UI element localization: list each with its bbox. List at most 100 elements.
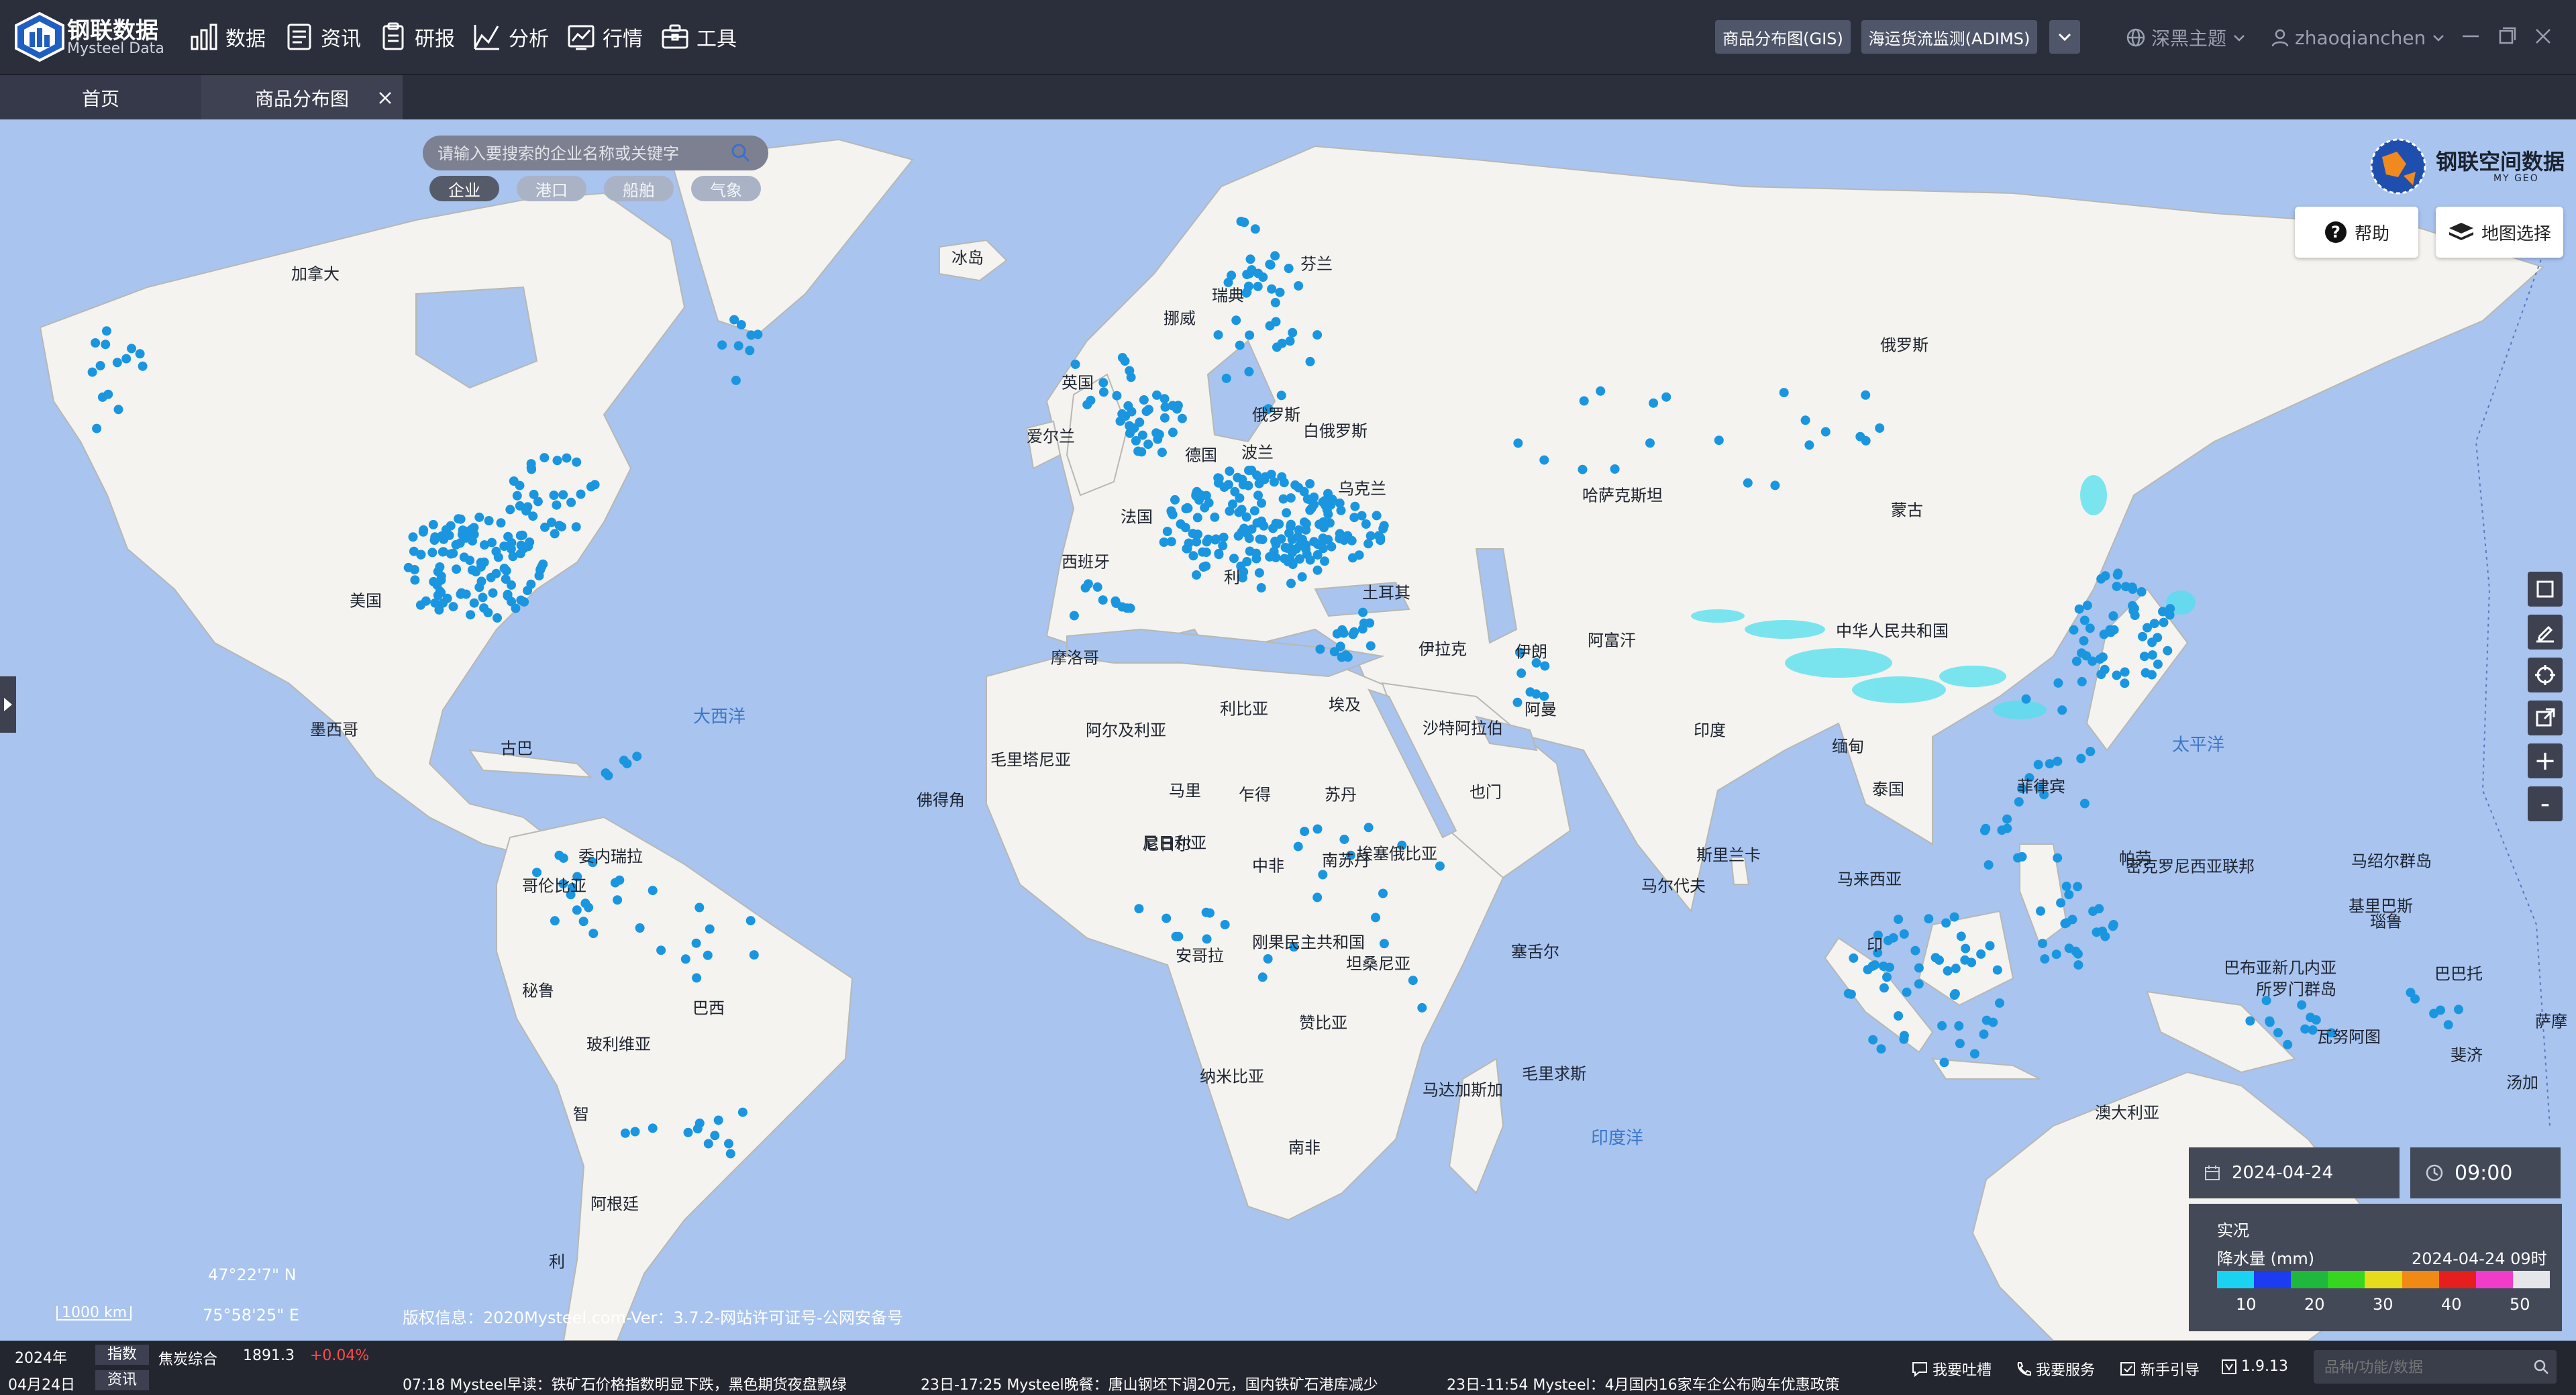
enterprise-marker[interactable] <box>2056 898 2066 908</box>
enterprise-marker[interactable] <box>1743 478 1753 488</box>
enterprise-marker[interactable] <box>1955 1039 1965 1049</box>
enterprise-marker[interactable] <box>1579 396 1589 406</box>
enterprise-marker[interactable] <box>1125 603 1135 613</box>
enterprise-marker[interactable] <box>1378 888 1388 898</box>
enterprise-marker[interactable] <box>540 522 550 532</box>
enterprise-marker[interactable] <box>1951 964 1961 974</box>
enterprise-marker[interactable] <box>588 929 599 939</box>
enterprise-marker[interactable] <box>2061 881 2071 891</box>
tab-commodity-map[interactable]: 商品分布图 <box>201 75 403 121</box>
enterprise-marker[interactable] <box>1213 330 1223 340</box>
enterprise-marker[interactable] <box>648 886 658 896</box>
enterprise-marker[interactable] <box>1350 501 1360 511</box>
enterprise-marker[interactable] <box>1939 1057 1949 1068</box>
enterprise-marker[interactable] <box>572 905 582 915</box>
enterprise-marker[interactable] <box>474 582 484 592</box>
enterprise-marker[interactable] <box>1320 556 1329 566</box>
enterprise-marker[interactable] <box>1894 1011 1904 1021</box>
theme-selector[interactable]: 深黑主题 <box>2126 23 2247 52</box>
enterprise-marker[interactable] <box>418 527 428 537</box>
enterprise-marker[interactable] <box>1098 595 1108 605</box>
enterprise-marker[interactable] <box>2112 670 2122 680</box>
enterprise-marker[interactable] <box>1225 466 1235 476</box>
enterprise-marker[interactable] <box>2021 694 2031 704</box>
enterprise-marker[interactable] <box>2077 676 2087 686</box>
enterprise-marker[interactable] <box>97 392 107 402</box>
enterprise-marker[interactable] <box>2297 1000 2307 1010</box>
enterprise-marker[interactable] <box>467 531 476 541</box>
enterprise-marker[interactable] <box>1956 931 1966 941</box>
enterprise-marker[interactable] <box>1332 629 1342 639</box>
enterprise-marker[interactable] <box>1376 535 1386 546</box>
news-tag[interactable]: 资讯 <box>95 1370 149 1390</box>
enterprise-marker[interactable] <box>2149 619 2159 629</box>
enterprise-marker[interactable] <box>1271 552 1281 562</box>
news-item[interactable]: 23日-17:25 Mysteel晚餐：唐山钢坯下调20元，国内铁矿石港库减少 <box>921 1373 1378 1394</box>
enterprise-marker[interactable] <box>432 580 442 590</box>
enterprise-marker[interactable] <box>1235 493 1245 503</box>
nav-data[interactable]: 数据 <box>189 21 266 52</box>
enterprise-marker[interactable] <box>1882 972 1892 982</box>
enterprise-marker[interactable] <box>1250 224 1260 234</box>
enterprise-marker[interactable] <box>2040 954 2050 964</box>
enterprise-marker[interactable] <box>2127 582 2137 592</box>
enterprise-marker[interactable] <box>1254 478 1264 488</box>
enterprise-marker[interactable] <box>692 1124 703 1134</box>
enterprise-marker[interactable] <box>1305 479 1315 488</box>
enterprise-marker[interactable] <box>121 354 132 364</box>
enterprise-marker[interactable] <box>2130 611 2140 621</box>
enterprise-marker[interactable] <box>1242 528 1252 538</box>
enterprise-marker[interactable] <box>603 770 613 780</box>
enterprise-marker[interactable] <box>1256 583 1266 592</box>
enterprise-marker[interactable] <box>1981 1015 1992 1025</box>
enterprise-marker[interactable] <box>408 532 418 542</box>
enterprise-marker[interactable] <box>2429 1009 2439 1019</box>
enterprise-marker[interactable] <box>1849 953 1859 963</box>
enterprise-marker[interactable] <box>1323 535 1333 545</box>
enterprise-marker[interactable] <box>2076 754 2086 764</box>
enterprise-marker[interactable] <box>2064 943 2074 953</box>
enterprise-marker[interactable] <box>451 539 461 550</box>
enterprise-marker[interactable] <box>519 597 529 607</box>
enterprise-marker[interactable] <box>1271 519 1281 528</box>
enterprise-marker[interactable] <box>725 1149 735 1159</box>
enterprise-marker[interactable] <box>1143 405 1153 415</box>
enterprise-marker[interactable] <box>448 602 458 612</box>
enterprise-marker[interactable] <box>1992 965 2002 975</box>
enterprise-marker[interactable] <box>2138 631 2147 641</box>
nav-report[interactable]: 研报 <box>378 21 455 52</box>
enterprise-marker[interactable] <box>745 916 756 926</box>
enterprise-marker[interactable] <box>1135 417 1145 427</box>
enterprise-marker[interactable] <box>1949 912 1959 922</box>
enterprise-marker[interactable] <box>1293 841 1303 851</box>
enterprise-marker[interactable] <box>1244 366 1254 376</box>
enterprise-marker[interactable] <box>1361 519 1371 529</box>
guide-button[interactable]: 新手引导 <box>2119 1358 2200 1380</box>
enterprise-marker[interactable] <box>2120 667 2130 677</box>
enterprise-marker[interactable] <box>1092 582 1102 592</box>
enterprise-marker[interactable] <box>526 462 536 472</box>
enterprise-marker[interactable] <box>1309 537 1319 547</box>
enterprise-marker[interactable] <box>1287 548 1297 558</box>
enterprise-marker[interactable] <box>1203 534 1213 544</box>
side-panel-toggle[interactable] <box>0 676 16 733</box>
enterprise-marker[interactable] <box>466 610 476 620</box>
enterprise-marker[interactable] <box>620 1128 630 1138</box>
search-bar[interactable] <box>423 136 768 170</box>
enterprise-marker[interactable] <box>1995 998 2004 1008</box>
enterprise-marker[interactable] <box>487 537 497 548</box>
enterprise-marker[interactable] <box>1941 918 1951 928</box>
enterprise-marker[interactable] <box>409 565 419 574</box>
enterprise-marker[interactable] <box>1126 372 1136 382</box>
enterprise-marker[interactable] <box>515 531 525 541</box>
enterprise-marker[interactable] <box>1779 388 1789 398</box>
enterprise-marker[interactable] <box>710 1131 720 1141</box>
feedback-button[interactable]: 我要吐槽 <box>1911 1358 1992 1380</box>
enterprise-marker[interactable] <box>1159 537 1169 547</box>
enterprise-marker[interactable] <box>683 1127 693 1137</box>
enterprise-marker[interactable] <box>474 512 484 522</box>
enterprise-marker[interactable] <box>1257 972 1268 982</box>
version-info[interactable]: 1.9.13 <box>2221 1358 2288 1375</box>
enterprise-marker[interactable] <box>1954 1021 1964 1031</box>
enterprise-marker[interactable] <box>1221 373 1231 383</box>
